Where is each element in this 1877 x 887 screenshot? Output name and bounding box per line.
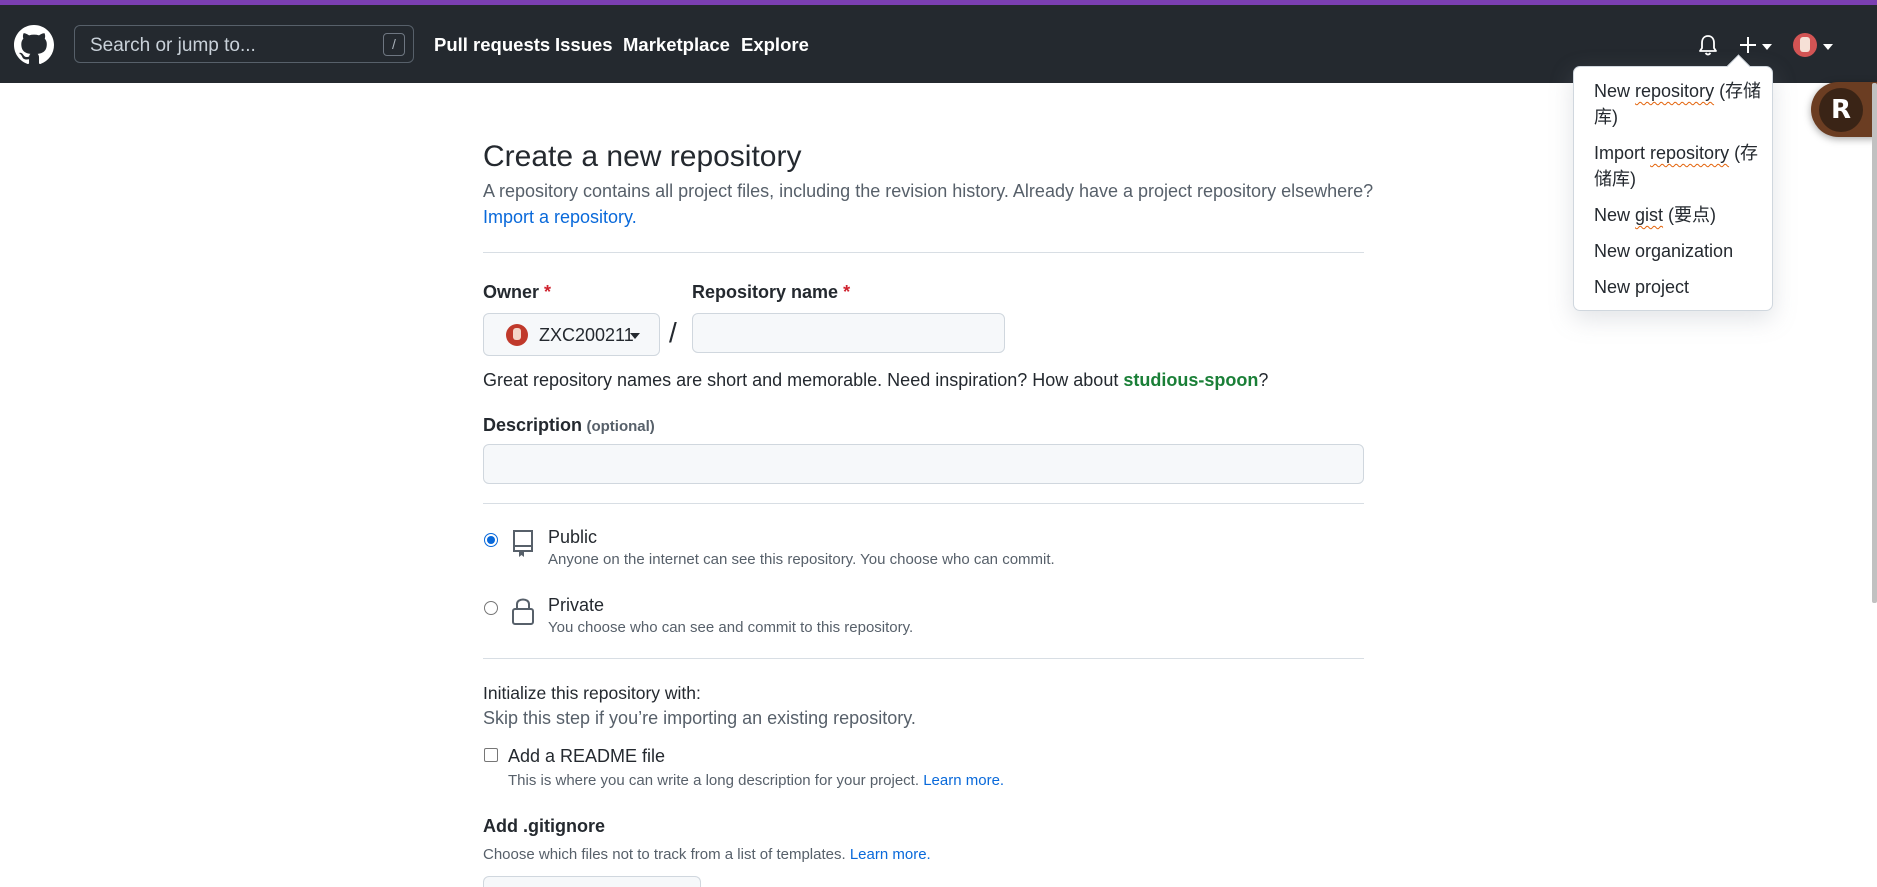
menu-item-new-repository[interactable]: New repository (存储库) <box>1594 78 1766 130</box>
owner-label: Owner * <box>483 282 552 302</box>
gitignore-template-select[interactable] <box>483 876 701 887</box>
gitignore-title: Add .gitignore <box>483 816 605 836</box>
visibility-public-radio[interactable] <box>484 533 498 547</box>
import-repository-link[interactable]: Import a repository. <box>483 207 637 228</box>
add-readme-label: Add a README file <box>508 746 666 766</box>
init-title: Initialize this repository with: <box>483 683 701 703</box>
owner-avatar <box>506 324 528 346</box>
chevron-down-icon <box>1762 44 1772 50</box>
visibility-public-desc: Anyone on the internet can see this repo… <box>548 551 1055 568</box>
visibility-private-desc: You choose who can see and commit to thi… <box>548 619 914 636</box>
repository-name-input[interactable] <box>692 313 1005 353</box>
menu-item-new-gist[interactable]: New gist (要点) <box>1594 202 1766 228</box>
scrollbar[interactable] <box>1872 83 1877 603</box>
nav-pull-requests[interactable]: Pull requests <box>434 34 550 56</box>
divider <box>483 658 1364 659</box>
chevron-down-icon <box>1823 44 1833 50</box>
name-suggestion[interactable]: studious-spoon <box>1123 370 1258 390</box>
floating-extension-button[interactable]: R <box>1811 82 1877 137</box>
menu-item-new-organization[interactable]: New organization <box>1594 238 1766 264</box>
nav-marketplace[interactable]: Marketplace <box>623 34 730 56</box>
description-label: Description (optional) <box>483 415 655 435</box>
search-shortcut-key: / <box>383 33 405 56</box>
readme-learn-more-link[interactable]: Learn more. <box>923 772 1004 789</box>
search-placeholder: Search or jump to... <box>90 35 256 56</box>
owner-select[interactable]: ZXC200211 <box>483 313 660 356</box>
visibility-public-label: Public <box>548 527 598 547</box>
r-logo-icon: R <box>1819 88 1863 132</box>
add-readme-desc: This is where you can write a long descr… <box>508 772 1005 789</box>
nav-explore[interactable]: Explore <box>741 34 809 56</box>
create-new-menu: New repository (存储库) Import repository (… <box>1573 66 1773 311</box>
lock-icon <box>512 598 534 625</box>
name-hint: Great repository names are short and mem… <box>483 370 1269 390</box>
owner-name: ZXC200211 <box>539 325 634 345</box>
description-input[interactable] <box>483 444 1364 484</box>
divider <box>483 503 1364 504</box>
add-readme-checkbox[interactable] <box>484 748 498 762</box>
visibility-private-radio[interactable] <box>484 601 498 615</box>
menu-item-new-project[interactable]: New project <box>1594 274 1766 300</box>
page-title: Create a new repository <box>483 140 802 173</box>
avatar[interactable] <box>1793 33 1817 57</box>
init-subtitle: Skip this step if you’re importing an ex… <box>483 708 916 728</box>
visibility-private-label: Private <box>548 595 605 615</box>
owner-repo-separator: / <box>669 317 677 348</box>
chevron-down-icon <box>630 333 640 339</box>
gitignore-learn-more-link[interactable]: Learn more. <box>850 846 931 863</box>
plus-icon[interactable] <box>1738 35 1758 55</box>
repo-icon <box>513 530 533 557</box>
bell-icon[interactable] <box>1698 34 1718 56</box>
page-subtitle: A repository contains all project files,… <box>483 181 1374 201</box>
menu-item-import-repository[interactable]: Import repository (存储库) <box>1594 140 1766 192</box>
github-logo-icon[interactable] <box>14 25 54 65</box>
divider <box>483 252 1364 253</box>
search-input[interactable]: Search or jump to... / <box>74 25 414 63</box>
repo-name-label: Repository name * <box>692 282 851 302</box>
gitignore-desc: Choose which files not to track from a l… <box>483 846 931 863</box>
nav-issues[interactable]: Issues <box>555 34 613 56</box>
